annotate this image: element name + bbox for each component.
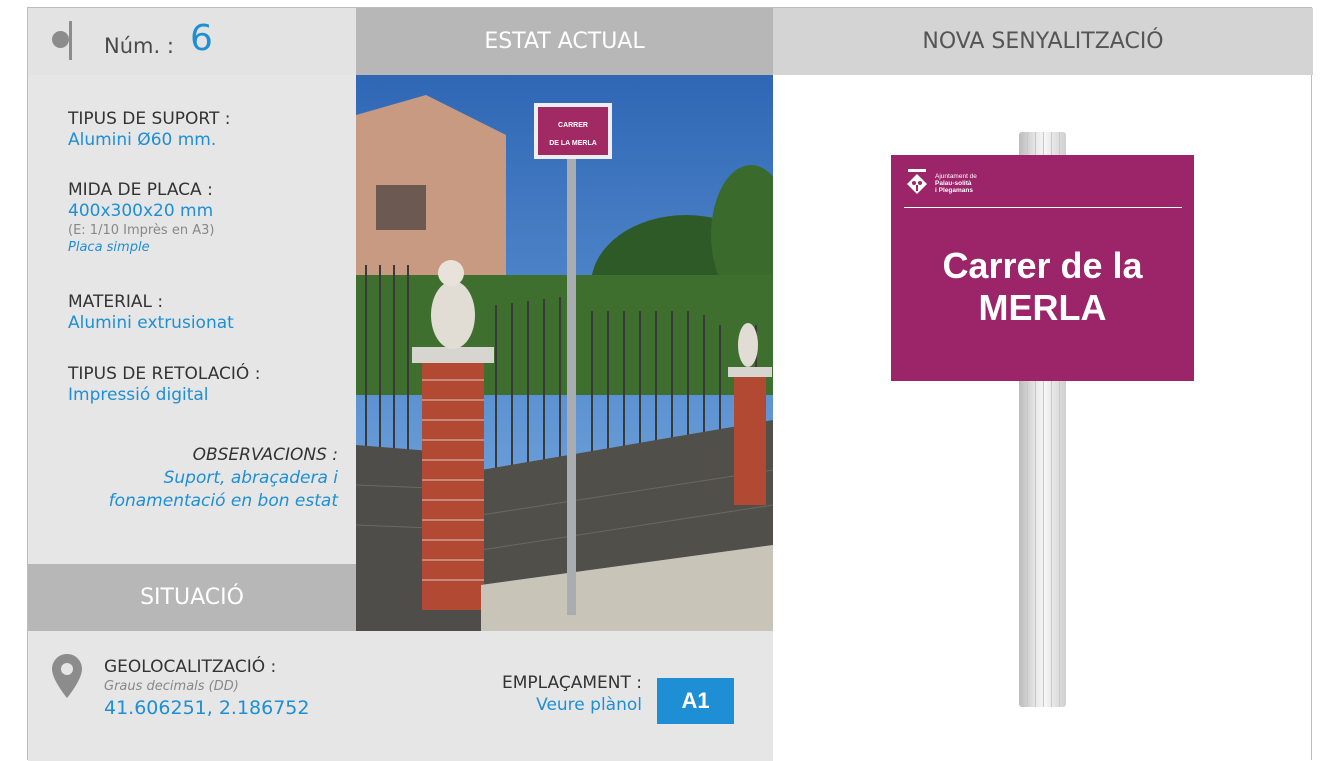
situacio-header: SITUACIÓ: [28, 564, 356, 631]
map-pin-icon: [52, 654, 82, 698]
logo-line2: Palau-solità: [935, 180, 972, 187]
observacions-line2: fonamentació en bon estat: [108, 491, 338, 511]
nova-senyal-render: Ajuntament de Palau-solità i Plegamans C…: [773, 75, 1313, 761]
emplacament-label: EMPLAÇAMENT :: [502, 673, 642, 693]
material-value: Alumini extrusionat: [68, 313, 234, 333]
estat-actual-photo: CARRER DE LA MERLA: [356, 75, 773, 631]
suport-value: Alumini Ø60 mm.: [68, 130, 217, 150]
observacions: OBSERVACIONS : Suport, abraçadera i fona…: [28, 444, 338, 513]
divider: [69, 21, 72, 60]
spec-suport: TIPUS DE SUPORT : Alumini Ø60 mm.: [68, 109, 230, 151]
number-label: Núm. :: [104, 34, 174, 58]
bullet-dot-icon: [52, 31, 69, 48]
emplacament-badge[interactable]: A1: [657, 678, 734, 724]
nova-senyalitzacio-header: NOVA SENYALITZACIÓ: [773, 8, 1313, 75]
observacions-line1: Suport, abraçadera i: [163, 468, 338, 488]
spec-material: MATERIAL : Alumini extrusionat: [68, 292, 234, 334]
photo-sign-line2: DE LA MERLA: [549, 140, 597, 147]
logo-line3: i Plegamans: [935, 187, 973, 194]
logo-text: Ajuntament de Palau-solità i Plegamans: [935, 173, 977, 194]
material-label: MATERIAL :: [68, 292, 164, 312]
retolacio-label: TIPUS DE RETOLACIÓ :: [68, 364, 261, 384]
municipal-shield-icon: [907, 169, 927, 194]
mida-note: (E: 1/10 Imprès en A3): [68, 223, 215, 238]
fitxa-senyal: Núm. : 6 TIPUS DE SUPORT : Alumini Ø60 m…: [27, 7, 1313, 761]
street-photo: CARRER DE LA MERLA: [356, 75, 773, 631]
mida-type: Placa simple: [68, 240, 150, 255]
situacio-panel: GEOLOCALITZACIÓ : Graus decimals (DD) 41…: [28, 631, 773, 761]
photo-sign-line1: CARRER: [558, 122, 588, 129]
geolocalitzacio-note: Graus decimals (DD): [104, 679, 239, 694]
number-value: 6: [190, 18, 213, 59]
sign-plate: Ajuntament de Palau-solità i Plegamans C…: [891, 155, 1194, 381]
geolocalitzacio-label: GEOLOCALITZACIÓ :: [104, 657, 277, 677]
number-header: Núm. : 6: [28, 8, 356, 75]
logo-line1: Ajuntament de: [935, 173, 977, 180]
street-name: Carrer de la MERLA: [891, 245, 1194, 329]
observacions-label: OBSERVACIONS :: [192, 445, 338, 465]
suport-label: TIPUS DE SUPORT :: [68, 109, 231, 129]
veure-planol-link[interactable]: Veure plànol: [438, 695, 642, 715]
mida-label: MIDA DE PLACA :: [68, 180, 213, 200]
estat-actual-header: ESTAT ACTUAL: [356, 8, 773, 75]
spec-mida: MIDA DE PLACA : 400x300x20 mm (E: 1/10 I…: [68, 180, 214, 256]
mida-value: 400x300x20 mm: [68, 201, 214, 221]
spec-retolacio: TIPUS DE RETOLACIÓ : Impressió digital: [68, 364, 260, 406]
plate-divider: [904, 207, 1182, 208]
geolocalitzacio-value: 41.606251, 2.186752: [104, 697, 310, 719]
retolacio-value: Impressió digital: [68, 385, 209, 405]
street-line2: MERLA: [978, 287, 1107, 328]
street-line1: Carrer de la: [942, 245, 1143, 286]
